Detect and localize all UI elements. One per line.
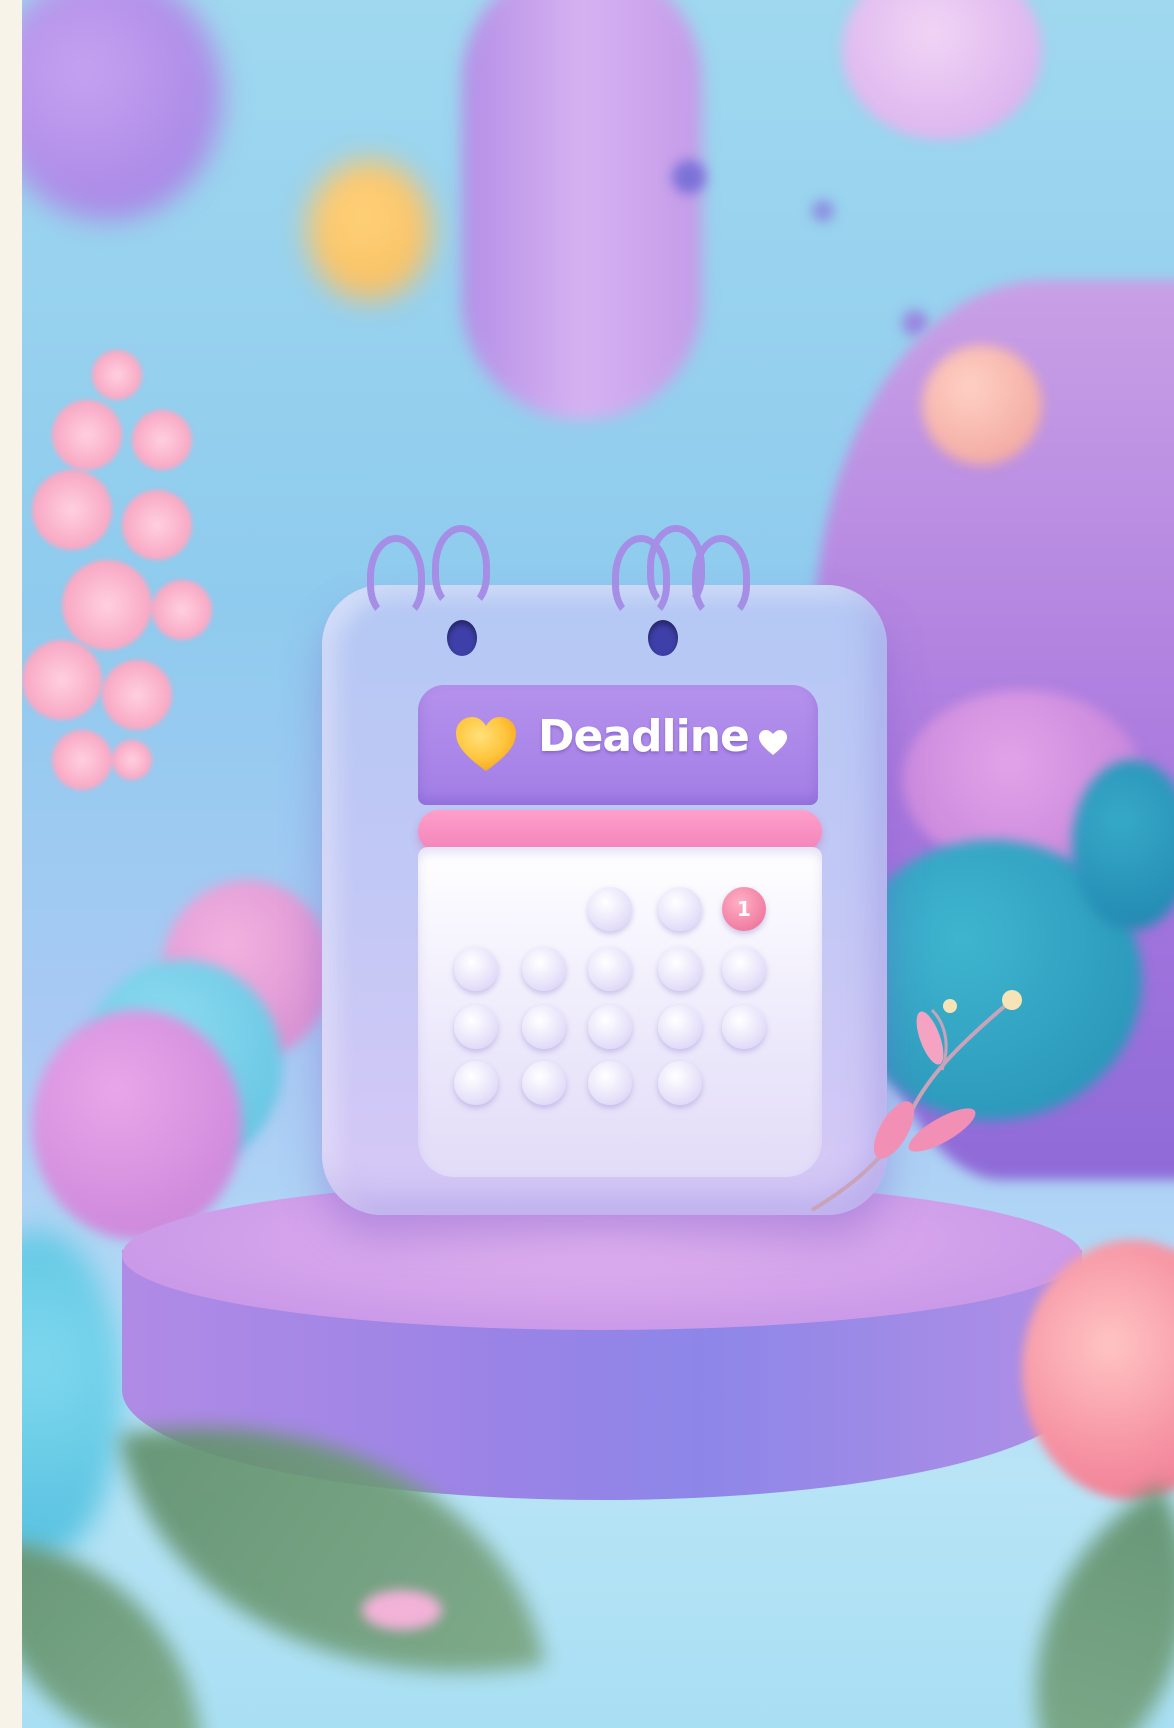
binding-ring — [692, 535, 750, 619]
calendar-day — [658, 887, 702, 931]
calendar-day — [588, 947, 632, 991]
background-dot — [672, 160, 706, 194]
background-pill — [462, 0, 702, 420]
foreground-leaf — [953, 1484, 1174, 1728]
calendar-day — [522, 1005, 566, 1049]
blossom-branch — [810, 990, 1022, 1212]
binding-hole — [447, 620, 477, 656]
calendar-day — [454, 1005, 498, 1049]
background-bubble — [922, 345, 1042, 465]
calendar-day — [588, 1005, 632, 1049]
small-heart-icon — [759, 730, 787, 755]
calendar-day — [658, 1061, 702, 1105]
calendar-day-grid: 1 — [418, 847, 822, 1177]
calendar-day — [722, 1005, 766, 1049]
background-bubble — [842, 0, 1042, 140]
illustration-scene: Deadline 1 — [22, 0, 1174, 1728]
calendar-day — [454, 947, 498, 991]
calendar-day — [658, 1005, 702, 1049]
calendar-day — [522, 1061, 566, 1105]
blossom-branch — [22, 340, 232, 810]
calendar-day — [588, 1061, 632, 1105]
binding-ring — [367, 535, 425, 619]
background-bubble — [362, 1590, 442, 1630]
heart-icon — [456, 717, 516, 771]
binding-hole — [648, 620, 678, 656]
background-heart-blob — [307, 160, 432, 300]
calendar-day — [658, 947, 702, 991]
calendar-day — [588, 887, 632, 931]
background-dot — [812, 200, 834, 222]
marked-day: 1 — [722, 887, 766, 931]
calendar-title: Deadline — [538, 711, 750, 762]
calendar-day — [522, 947, 566, 991]
background-bubble — [22, 1230, 122, 1560]
binding-ring — [432, 525, 490, 609]
foreground-leaf — [22, 1540, 202, 1728]
background-bubble — [22, 0, 222, 220]
accent-bar — [418, 810, 822, 852]
calendar-day — [454, 1061, 498, 1105]
calendar-header: Deadline — [418, 685, 818, 805]
calendar-day — [722, 947, 766, 991]
